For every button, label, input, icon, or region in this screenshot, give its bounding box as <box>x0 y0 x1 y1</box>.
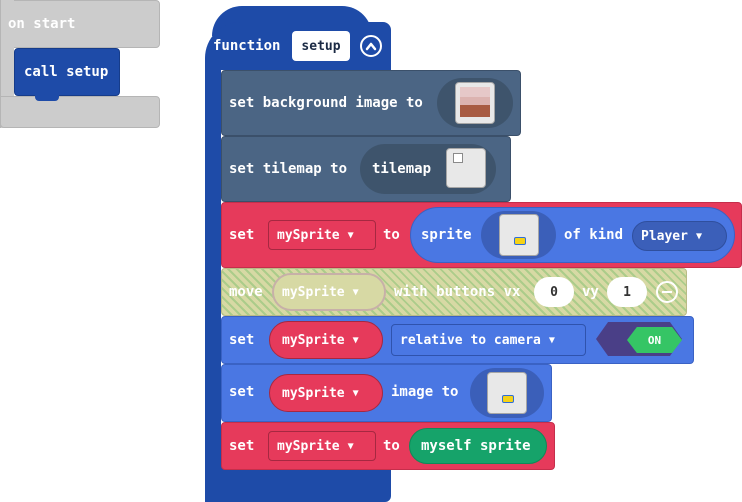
image-variable-dropdown[interactable]: mySprite ▼ <box>269 374 383 412</box>
caret-down-icon: ▼ <box>695 230 702 242</box>
variable-name: mySprite <box>277 227 340 243</box>
collapse-icon[interactable] <box>360 35 382 57</box>
on-start-block-bottom <box>0 96 160 128</box>
block-notch <box>35 95 59 101</box>
to-keyword: to <box>383 438 400 454</box>
variable-name: mySprite <box>282 385 345 401</box>
call-setup-label: call setup <box>24 64 109 80</box>
minus-bar <box>662 291 672 293</box>
caret-down-icon: ▼ <box>548 334 555 346</box>
minus-icon[interactable] <box>656 281 678 303</box>
image-thumbnail[interactable] <box>487 372 527 414</box>
sprite-kind-dropdown[interactable]: Player ▼ <box>632 221 727 251</box>
sprite-keyword: sprite <box>421 227 472 243</box>
sprite-figure-icon <box>514 237 526 245</box>
set-keyword: set <box>229 332 255 348</box>
caret-down-icon: ▼ <box>347 440 354 452</box>
sprite-image-thumbnail[interactable] <box>499 214 539 256</box>
move-keyword: move <box>229 284 263 300</box>
vx-input[interactable]: 0 <box>534 277 574 307</box>
tilemap-field-label: tilemap <box>372 161 432 177</box>
caret-down-icon: ▼ <box>352 334 359 346</box>
to-keyword: to <box>383 227 400 243</box>
move-variable-dropdown[interactable]: mySprite ▼ <box>272 273 386 311</box>
of-kind-label: of kind <box>564 227 624 243</box>
sprite-variable-dropdown[interactable]: mySprite ▼ <box>268 220 376 250</box>
image-to-label: image to <box>391 384 459 400</box>
variable-name: mySprite <box>277 438 340 454</box>
vy-label: vy <box>582 284 599 300</box>
flag-value: relative to camera <box>400 332 541 348</box>
function-footer <box>205 466 391 502</box>
function-name-field[interactable]: setup <box>292 31 350 61</box>
function-body-side <box>205 60 221 502</box>
caret-down-icon: ▼ <box>347 229 354 241</box>
bg-image-middle-band <box>460 97 490 105</box>
variable-name: mySprite <box>282 332 345 348</box>
set-tilemap-label: set tilemap to <box>229 161 348 177</box>
myself-variable-dropdown[interactable]: mySprite ▼ <box>268 431 376 461</box>
background-image-thumbnail[interactable] <box>455 82 495 124</box>
bg-image-bottom-band <box>460 105 490 117</box>
set-keyword: set <box>229 227 255 243</box>
kind-value: Player <box>641 228 688 244</box>
bg-image-top-band <box>460 87 490 97</box>
sprite-figure-icon <box>502 395 514 403</box>
variable-name: mySprite <box>282 284 345 300</box>
tilemap-tile-icon <box>453 153 463 163</box>
toggle-on-label[interactable]: ON <box>627 327 682 353</box>
vy-input[interactable]: 1 <box>607 277 647 307</box>
camera-variable-dropdown[interactable]: mySprite ▼ <box>269 321 383 359</box>
tilemap-thumbnail[interactable] <box>446 148 486 188</box>
caret-down-icon: ▼ <box>352 387 359 399</box>
sprite-flag-dropdown[interactable]: relative to camera ▼ <box>391 324 586 356</box>
set-background-label: set background image to <box>229 95 423 111</box>
set-keyword: set <box>229 438 255 454</box>
with-buttons-vx-label: with buttons vx <box>394 284 521 300</box>
caret-down-icon: ▼ <box>352 286 359 298</box>
set-keyword: set <box>229 384 255 400</box>
on-start-label: on start <box>8 16 76 32</box>
function-keyword: function <box>213 38 281 54</box>
myself-sprite-label: myself sprite <box>421 438 531 454</box>
